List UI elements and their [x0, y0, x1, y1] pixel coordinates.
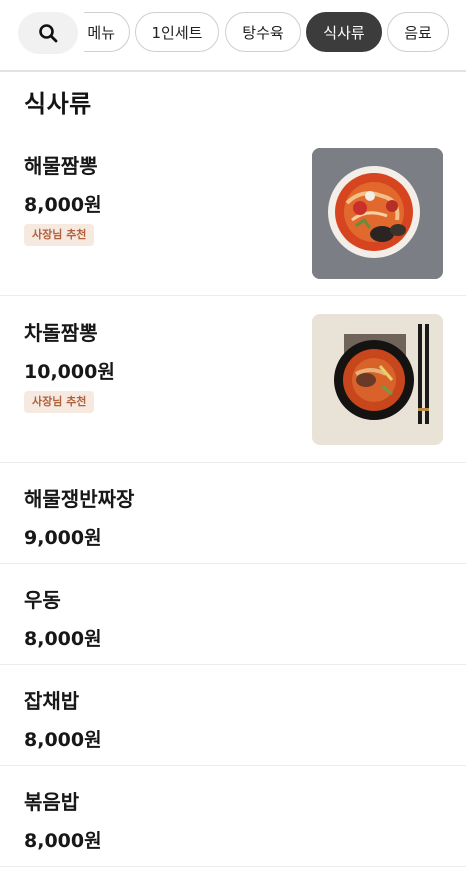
item-price: 8,000원: [24, 830, 102, 852]
item-name: 해물짬뽕: [24, 154, 98, 178]
menu-item-seafood-jjamppong[interactable]: 해물짬뽕 8,000원 사장님 추천: [0, 128, 466, 296]
item-name: 해물쟁반짜장: [24, 487, 135, 511]
recommend-badge: 사장님 추천: [24, 224, 95, 246]
tab-drinks[interactable]: 음료: [387, 12, 449, 52]
item-name: 잡채밥: [24, 689, 80, 713]
chadol-jjamppong-photo: [312, 314, 443, 445]
menu-item-seafood-jaengban-jjajang[interactable]: 해물쟁반짜장 9,000원: [0, 463, 466, 564]
item-price: 10,000원: [24, 361, 115, 383]
menu-item-fried-rice[interactable]: 볶음밥 8,000원: [0, 766, 466, 867]
search-button[interactable]: [18, 12, 78, 54]
item-price: 8,000원: [24, 628, 102, 650]
item-name: 차돌짬뽕: [24, 321, 98, 345]
item-thumbnail: [312, 148, 443, 279]
search-icon: [39, 24, 58, 43]
tab-single-set[interactable]: 1인세트: [135, 12, 219, 52]
section-title: 식사류: [24, 90, 92, 118]
recommend-badge: 사장님 추천: [24, 391, 95, 413]
item-price: 8,000원: [24, 194, 102, 216]
item-name: 우동: [24, 588, 61, 612]
item-thumbnail: [312, 314, 443, 445]
item-price: 9,000원: [24, 527, 102, 549]
menu-item-chadol-jjamppong[interactable]: 차돌짬뽕 10,000원 사장님 추천: [0, 296, 466, 463]
category-chips: 메뉴 1인세트 탕수육 식사류 음료: [84, 12, 466, 54]
category-bar: 메뉴 1인세트 탕수육 식사류 음료: [0, 0, 466, 72]
tab-tangsuyuk[interactable]: 탕수육: [225, 12, 301, 52]
item-price: 8,000원: [24, 729, 102, 751]
jjamppong-photo: [312, 148, 443, 279]
menu-item-udon[interactable]: 우동 8,000원: [0, 564, 466, 665]
menu-item-japchae-bap[interactable]: 잡채밥 8,000원: [0, 665, 466, 766]
item-name: 볶음밥: [24, 790, 80, 814]
tab-menu[interactable]: 메뉴: [84, 12, 130, 52]
tab-meals[interactable]: 식사류: [306, 12, 382, 52]
